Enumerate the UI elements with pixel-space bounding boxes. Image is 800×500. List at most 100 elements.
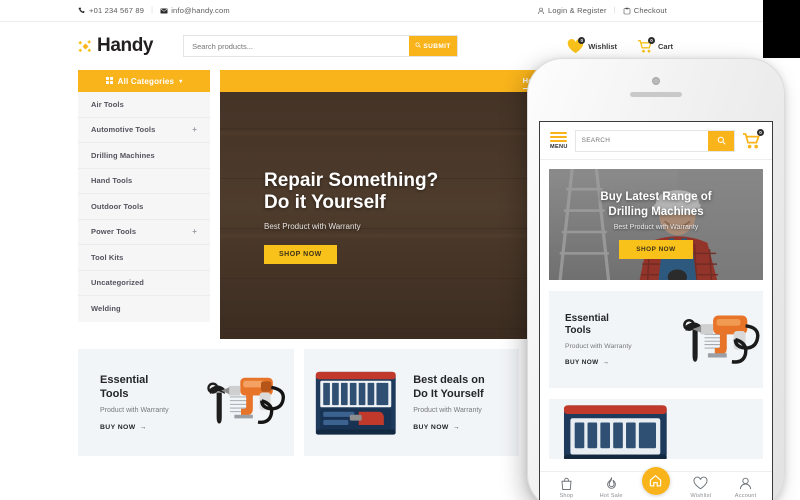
topbar-contact-group: +01 234 567 89 | info@handy.com [18,6,230,15]
category-item-label: Drilling Machines [91,150,155,160]
phone-cart-count-badge: 0 [757,128,764,136]
phone-speaker-icon [630,92,682,97]
screenshot-black-corner [763,0,800,58]
chevron-down-icon: ▾ [179,78,183,85]
arrow-right-icon: → [139,423,147,431]
phone-tab-label: Hot Sale [599,492,623,499]
phone-card-title-line2: Tools [565,325,591,336]
phone-promo-card[interactable]: Essential Tools Product with Warranty BU… [549,291,763,388]
category-item-label: Welding [91,304,121,314]
phone-content: Buy Latest Range of Drilling Machines Be… [540,160,772,471]
phone-tab-label: Account [734,492,757,499]
phone-hero-title-line1: Buy Latest Range of [600,190,712,203]
phone-hero-shop-now-button[interactable]: SHOP NOW [619,240,693,260]
category-item-label: Hand Tools [91,176,133,186]
checkout-link[interactable]: Checkout [623,6,667,15]
category-item-label: Power Tools [91,227,137,237]
search-submit-button[interactable]: SUBMIT [409,36,458,56]
phone-search-box [574,129,735,152]
logo-text: Handy [97,35,154,56]
phone-cart-button[interactable]: 0 [742,128,764,150]
promo-card[interactable]: Best deals on Do It Yourself Product with … [303,349,520,456]
promo-card[interactable]: Essential Tools Product with Warranty BUY N… [78,349,294,456]
clipboard-icon [623,7,631,15]
phone-tab-account[interactable]: Account [726,476,766,499]
arrow-right-icon: → [602,359,610,367]
promo-card-cta-label: BUY NOW [100,423,136,431]
promo-card-buy-now-link[interactable]: BUY NOW→ [100,424,190,431]
phone-tab-label: Shop [559,492,574,499]
all-categories-label: All Categories [117,76,175,86]
promo-card-subtitle: Product with Warranty [100,406,169,414]
phone-screen: MENU SEARCH 0 Buy Latest Range of Drilli… [539,121,773,500]
login-register-link[interactable]: Login & Register [537,6,607,15]
category-item[interactable]: Automotive Tools + [78,118,210,143]
category-expand-icon[interactable]: + [192,227,197,236]
cart-icon [742,132,762,154]
phone-promo-card-2[interactable] [549,399,763,459]
phone-hero-title-line2: Drilling Machines [608,205,704,218]
topbar-account-group: Login & Register | Checkout [537,6,745,15]
heart-icon: 0 [567,36,586,54]
heart-icon [693,476,708,491]
category-item-label: Automotive Tools [91,125,156,135]
category-item[interactable]: Tool Kits [78,245,210,271]
all-categories-button[interactable]: All Categories ▾ [78,70,210,92]
phone-tab-home[interactable] [636,466,676,497]
phone-search-button[interactable] [708,130,734,151]
category-item[interactable]: Uncategorized [78,271,210,296]
search-input[interactable] [184,36,410,56]
home-icon [641,466,670,495]
category-item-label: Outdoor Tools [91,201,144,211]
phone-card-title-line1: Essential [565,312,609,324]
header-actions: 0 Wishlist 0 Cart [567,36,745,54]
category-expand-icon[interactable]: + [192,125,197,134]
cart-count-badge: 0 [647,36,655,44]
phone-camera-icon [652,77,660,85]
phone-tab-wishlist[interactable]: Wishlist [681,476,721,499]
cart-icon: 0 [637,36,655,54]
category-item[interactable]: Drilling Machines [78,143,210,169]
search-box: SUBMIT [183,35,459,57]
phone-card-buy-now-link[interactable]: BUY NOW → [565,359,660,366]
checkout-text: Checkout [633,6,667,15]
phone-hero-banner: Buy Latest Range of Drilling Machines Be… [549,169,763,280]
wishlist-button[interactable]: 0 Wishlist [567,36,617,54]
category-item[interactable]: Air Tools [78,92,210,118]
phone-tab-hot-sale[interactable]: Hot Sale [591,476,631,499]
promo-card-title-line2: Tools [100,387,129,400]
hero-subtitle: Best Product with Warranty [264,221,361,231]
phone-text: +01 234 567 89 [89,6,145,15]
category-item-label: Air Tools [91,99,124,109]
category-item[interactable]: Hand Tools [78,169,210,194]
search-icon [415,42,422,50]
hero-shop-now-button[interactable]: SHOP NOW [264,244,337,264]
promo-card-buy-now-link[interactable]: BUY NOW→ [413,424,519,431]
category-sidebar: All Categories ▾ Air Tools Automotive Too… [78,70,210,339]
category-item[interactable]: Power Tools + [78,220,210,245]
hero-title-line2: Do it Yourself [264,192,386,214]
envelope-icon [160,7,168,15]
cart-button[interactable]: 0 Cart [637,36,673,54]
phone-tab-shop[interactable]: Shop [546,476,586,499]
category-item[interactable]: Outdoor Tools [78,194,210,220]
browser-screenshot: +01 234 567 89 | info@handy.com Login & … [0,0,800,500]
person-icon [738,476,753,491]
cart-label: Cart [657,41,673,51]
phone-link[interactable]: +01 234 567 89 [78,6,144,15]
phone-search-input[interactable] [575,130,708,151]
category-item-label: Uncategorized [91,278,144,288]
phone-promo-card-text: Essential Tools Product with Warranty BU… [549,313,660,366]
phone-card-cta-label: BUY NOW [565,359,599,367]
phone-menu-button[interactable]: MENU [550,131,568,150]
phone-hero-subtitle: Best Product with Warranty [613,224,699,232]
user-icon [537,7,545,15]
email-link[interactable]: info@handy.com [160,6,230,15]
category-item[interactable]: Welding [78,296,210,322]
phone-mockup: MENU SEARCH 0 Buy Latest Range of Drilli… [527,58,785,500]
promo-card-image-orange-drill [190,349,294,456]
wishlist-label: Wishlist [588,41,617,51]
promo-card-title-line1: Essential [100,374,149,387]
logo[interactable]: Handy [18,35,153,57]
phone-bottom-navigation: Shop Hot Sale Wishlist Account [540,466,772,500]
